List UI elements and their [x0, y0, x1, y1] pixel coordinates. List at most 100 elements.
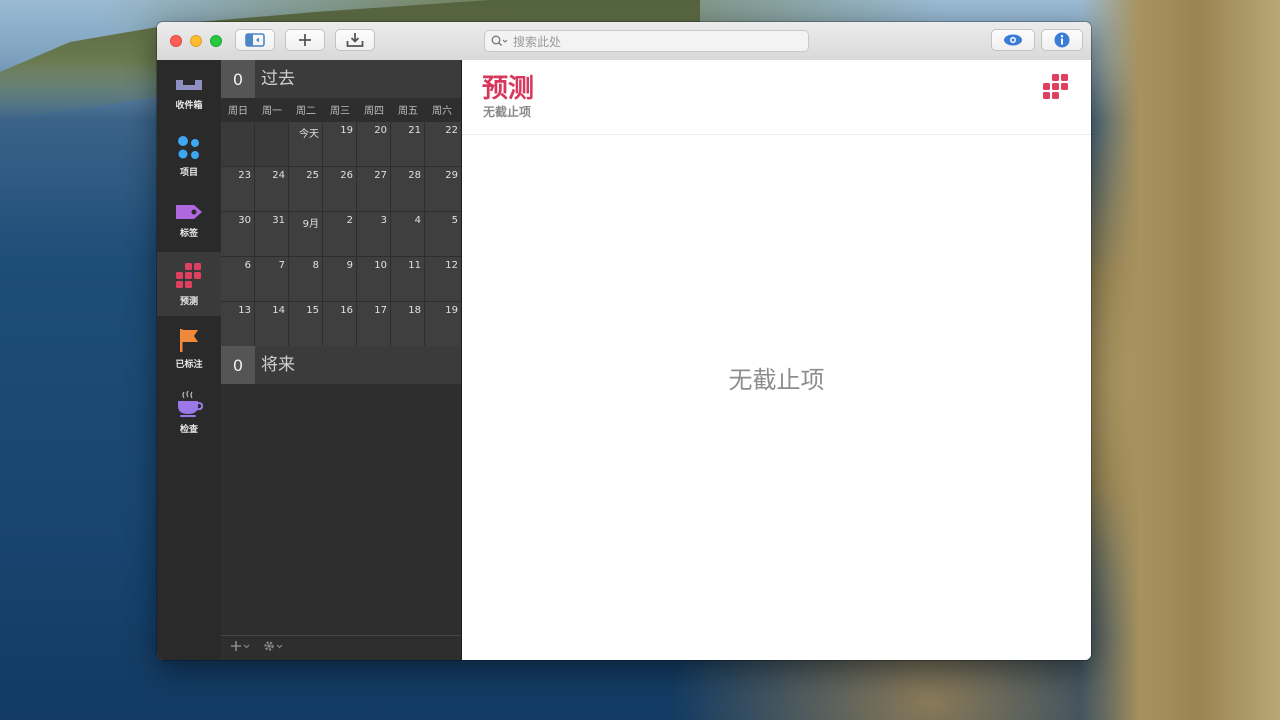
- calendar-day-cell[interactable]: 9: [323, 257, 356, 301]
- calendar-day-cell[interactable]: 3: [357, 212, 390, 256]
- calendar-day-label: 14: [272, 305, 285, 316]
- forecast-calendar-pane: 0 过去 周日 周一 周二 周三 周四 周五 周六 今天 19 20 21 22 23 24 25 26 27…: [221, 60, 462, 660]
- calendar-day-cell[interactable]: 23: [221, 167, 254, 211]
- info-icon: [1054, 32, 1070, 48]
- sidebar-item-projects[interactable]: 项目: [157, 124, 221, 188]
- calendar-day-cell[interactable]: 12: [425, 257, 461, 301]
- calendar-day-cell[interactable]: 14: [255, 302, 288, 346]
- search-icon: [491, 35, 508, 46]
- sidebar-toggle-button[interactable]: [235, 29, 275, 51]
- search-placeholder: 搜索此处: [513, 34, 562, 49]
- calendar-day-label: 25: [306, 170, 319, 181]
- calendar-day-label: 26: [340, 170, 353, 181]
- calendar-day-cell[interactable]: 25: [289, 167, 322, 211]
- calendar-day-cell[interactable]: 8: [289, 257, 322, 301]
- forecast-icon: [176, 262, 201, 288]
- calendar-day-cell[interactable]: 28: [391, 167, 424, 211]
- calendar-day-label: 29: [445, 170, 458, 181]
- calendar-day-cell[interactable]: 21: [391, 122, 424, 166]
- calendar-day-cell[interactable]: 30: [221, 212, 254, 256]
- sidebar-item-review[interactable]: 检查: [157, 380, 221, 444]
- inbox-icon: [176, 79, 202, 90]
- calendar-day-label: 11: [408, 260, 421, 271]
- calendar-day-label: 13: [238, 305, 251, 316]
- zoom-window-button[interactable]: [210, 35, 222, 47]
- calendar-day-label: 20: [374, 125, 387, 136]
- add-menu-button[interactable]: [231, 640, 253, 656]
- forecast-main-view: 预测 无截止项 无截止项: [462, 60, 1091, 660]
- review-icon: [178, 390, 203, 417]
- sidebar-toggle-icon: [245, 33, 265, 47]
- calendar-day-label: 28: [408, 170, 421, 181]
- calendar-day-label: 4: [414, 215, 421, 226]
- sidebar-item-tags[interactable]: 标签: [157, 188, 221, 252]
- weekday-label: 周日: [228, 106, 248, 117]
- weekday-label: 周四: [364, 106, 384, 117]
- calendar-day-cell[interactable]: 16: [323, 302, 356, 346]
- calendar-day-label: 30: [238, 215, 251, 226]
- calendar-day-label: 今天: [299, 129, 319, 140]
- desktop-wallpaper-cliff: [1080, 0, 1280, 720]
- calendar-day-cell[interactable]: 27: [357, 167, 390, 211]
- sidebar-item-forecast[interactable]: 预测: [157, 252, 221, 316]
- calendar-day-label: 16: [340, 305, 353, 316]
- calendar-day-label: 12: [445, 260, 458, 271]
- calendar-day-cell[interactable]: 5: [425, 212, 461, 256]
- page-title: 预测: [482, 74, 535, 104]
- calendar-day-cell[interactable]: 6: [221, 257, 254, 301]
- eye-icon: [1004, 34, 1022, 46]
- calendar-day-cell[interactable]: 26: [323, 167, 356, 211]
- calendar-day-cell[interactable]: 11: [391, 257, 424, 301]
- calendar-day-cell[interactable]: 10: [357, 257, 390, 301]
- minimize-window-button[interactable]: [190, 35, 202, 47]
- past-label: 过去: [261, 69, 295, 89]
- calendar-day-label: 6: [244, 260, 251, 271]
- page-subtitle: 无截止项: [483, 105, 532, 119]
- calendar-day-cell[interactable]: 17: [357, 302, 390, 346]
- app-window: 搜索此处 收件箱 项目 标签 预测 已标注 检查 0 过去 周日 周一 周二 周…: [157, 22, 1091, 660]
- settings-menu-button[interactable]: [263, 640, 287, 656]
- calendar-day-cell[interactable]: 20: [357, 122, 390, 166]
- calendar-day-cell[interactable]: 22: [425, 122, 461, 166]
- future-count: 0: [221, 346, 255, 384]
- sidebar-item-flagged[interactable]: 已标注: [157, 316, 221, 380]
- calendar-day-cell[interactable]: 19: [323, 122, 356, 166]
- plus-chevron-icon: [231, 641, 250, 651]
- calendar-day-cell[interactable]: 15: [289, 302, 322, 346]
- new-item-button[interactable]: [285, 29, 325, 51]
- search-field[interactable]: 搜索此处: [484, 30, 809, 52]
- tag-icon: [176, 204, 202, 219]
- sidebar-label-projects: 项目: [179, 167, 198, 178]
- calendar-day-cell[interactable]: 29: [425, 167, 461, 211]
- calendar-day-label: 18: [408, 305, 421, 316]
- calendar-day-cell[interactable]: 24: [255, 167, 288, 211]
- weekday-label: 周一: [262, 106, 282, 117]
- quick-entry-button[interactable]: [335, 29, 375, 51]
- calendar-day-cell[interactable]: 19: [425, 302, 461, 346]
- past-count: 0: [221, 60, 255, 98]
- calendar-day-label: 9: [346, 260, 353, 271]
- calendar-day-label: 7: [278, 260, 285, 271]
- calendar-day-cell[interactable]: 2: [323, 212, 356, 256]
- past-section[interactable]: 0 过去: [221, 60, 461, 98]
- future-section[interactable]: 0 将来: [221, 346, 461, 384]
- sidebar-item-inbox[interactable]: 收件箱: [157, 60, 221, 124]
- flag-icon: [180, 328, 198, 352]
- calendar-day-cell[interactable]: 18: [391, 302, 424, 346]
- calendar-day-label: 31: [272, 215, 285, 226]
- calendar-day-label: 23: [238, 170, 251, 181]
- calendar-day-cell[interactable]: 9月: [289, 212, 322, 256]
- empty-state-message: 无截止项: [728, 366, 825, 394]
- calendar-day-cell[interactable]: 今天: [289, 122, 322, 166]
- sidebar-label-tags: 标签: [179, 228, 198, 239]
- calendar-day-cell[interactable]: 31: [255, 212, 288, 256]
- close-window-button[interactable]: [170, 35, 182, 47]
- calendar-day-cell[interactable]: 13: [221, 302, 254, 346]
- view-options-button[interactable]: [991, 29, 1035, 51]
- calendar-day-label: 17: [374, 305, 387, 316]
- inspector-button[interactable]: [1041, 29, 1083, 51]
- calendar-day-cell[interactable]: 7: [255, 257, 288, 301]
- calendar-day-cell[interactable]: 4: [391, 212, 424, 256]
- calendar-day-label: 27: [374, 170, 387, 181]
- sidebar-label-forecast: 预测: [179, 296, 198, 307]
